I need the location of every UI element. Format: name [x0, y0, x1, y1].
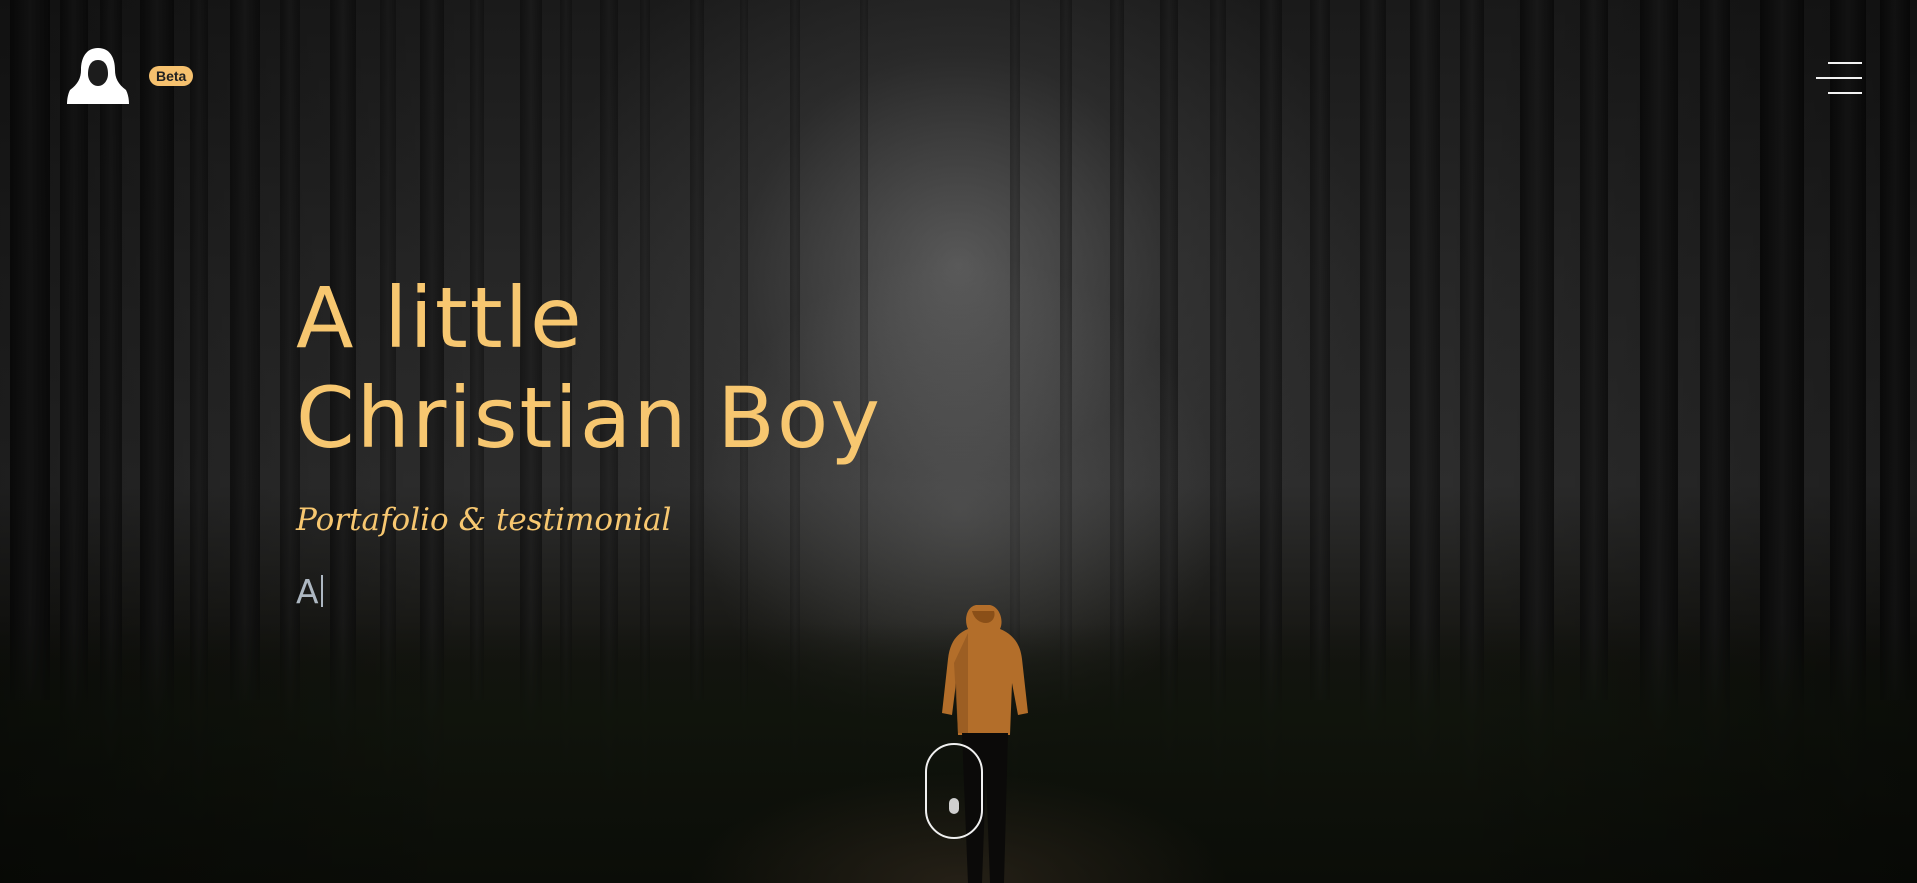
- mouse-scroll-icon[interactable]: [925, 743, 983, 839]
- typing-cursor: [320, 575, 323, 607]
- hero-title-line1: A little: [296, 269, 584, 367]
- beta-badge: Beta: [149, 66, 194, 86]
- walker-figure: [942, 605, 1028, 883]
- typed-text-line: A: [296, 570, 323, 614]
- menu-line-top: [1828, 62, 1862, 64]
- hero-subtitle: Portafolio & testimonial: [296, 502, 672, 538]
- typed-text: A: [296, 572, 319, 611]
- menu-line-middle: [1816, 77, 1862, 79]
- scroll-wheel-dot: [949, 798, 959, 814]
- hero-title: A little Christian Boy: [296, 268, 882, 468]
- menu-line-bottom: [1828, 92, 1862, 94]
- menu-button[interactable]: [1810, 60, 1862, 98]
- hero-section: Beta A little Christian Boy Portafolio &…: [0, 0, 1917, 883]
- hooded-figure-icon[interactable]: [66, 46, 130, 104]
- hero-title-line2: Christian Boy: [296, 369, 882, 467]
